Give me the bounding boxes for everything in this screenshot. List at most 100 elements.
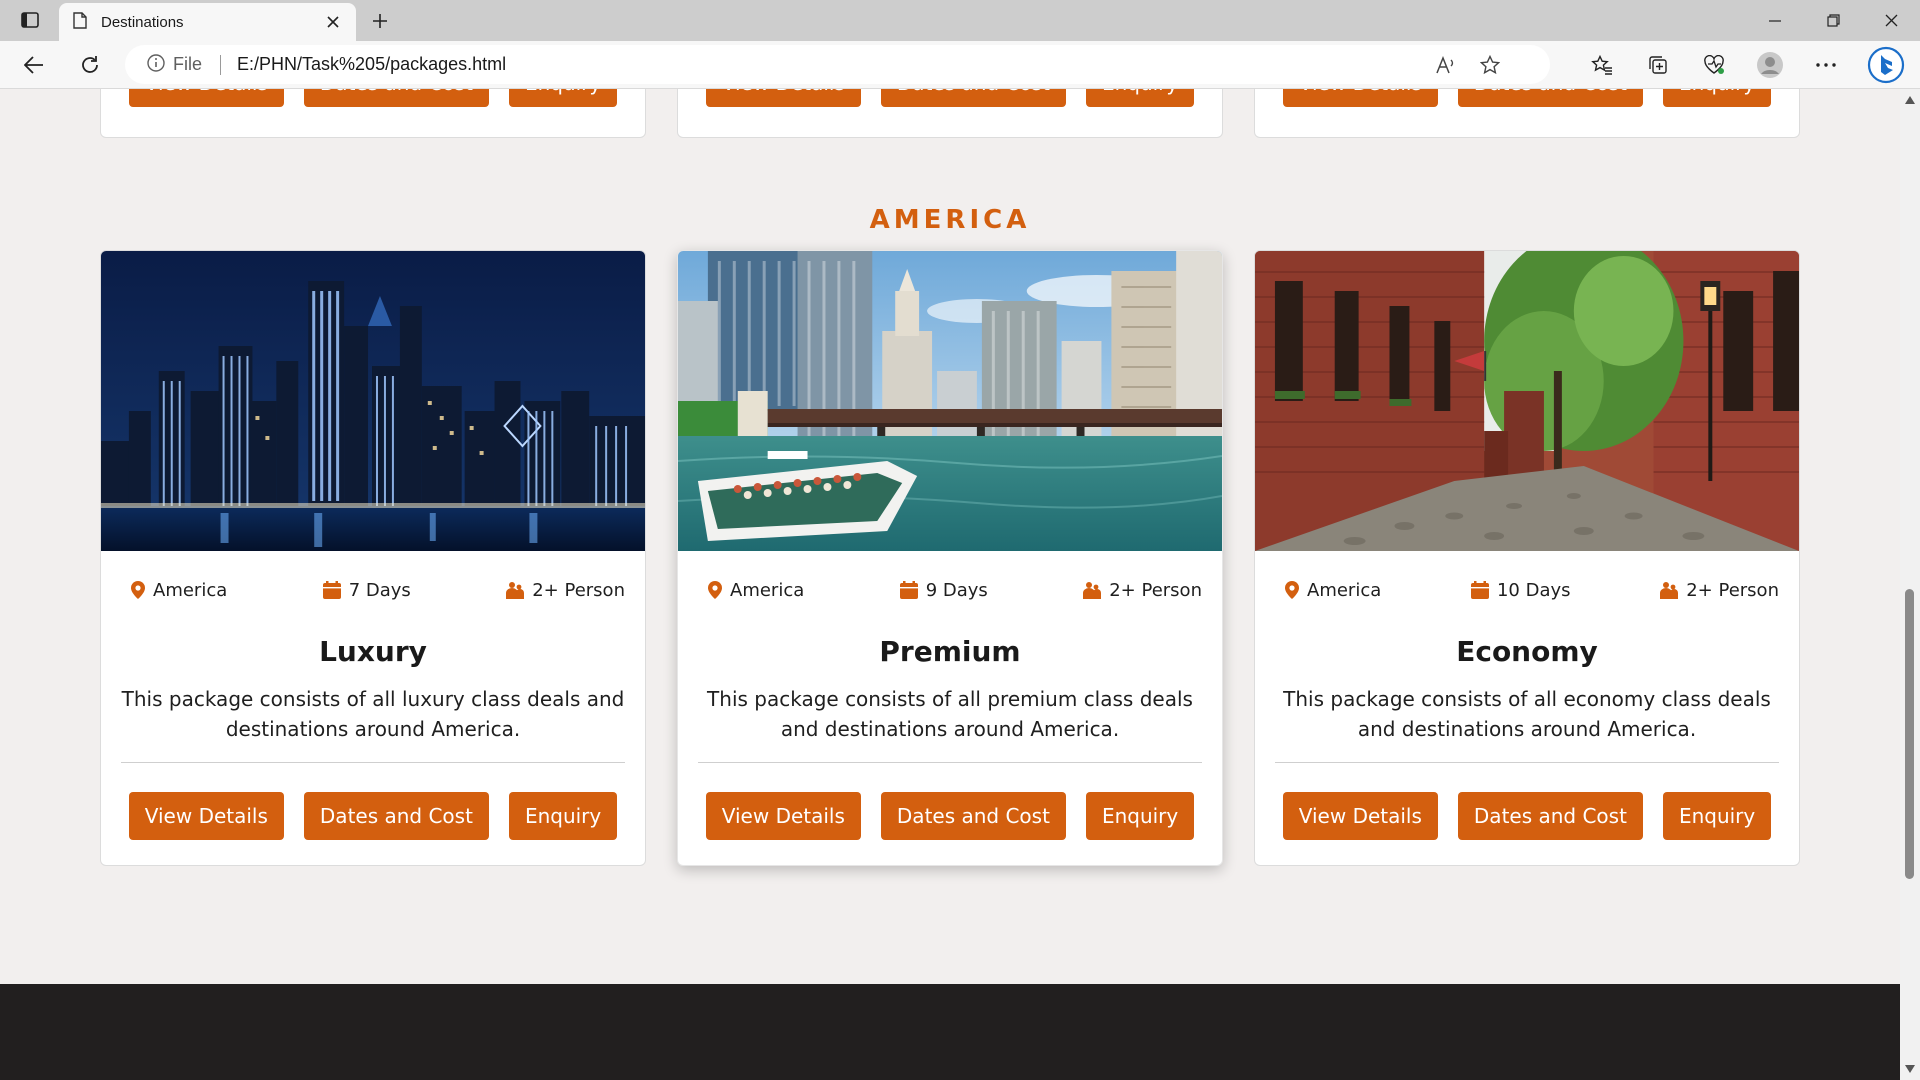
dates-and-cost-button[interactable]: Dates and Cost [1457,792,1643,840]
persons-info: 2+ Person [1660,580,1779,601]
dates-and-cost-button[interactable]: Dates and Cost [880,792,1066,840]
top-card-3: View Details Dates and Cost Enquiry [1254,89,1800,138]
location-info: America [131,580,227,601]
refresh-icon[interactable] [72,49,108,81]
persons-label: 2+ Person [532,579,625,601]
view-details-button[interactable]: View Details [705,792,861,840]
page-scrollbar[interactable] [1900,89,1920,1080]
tab-actions-icon[interactable] [14,6,46,34]
bing-copilot-icon[interactable] [1866,45,1906,85]
duration-label: 9 Days [925,579,988,601]
view-details-button[interactable]: View Details [128,792,284,840]
address-bar[interactable]: File E:/PHN/Task%205/packages.html [125,45,1550,84]
calendar-icon [899,581,918,599]
browser-toolbar: File E:/PHN/Task%205/packages.html [0,41,1920,89]
premium-river-city-image [678,251,1222,551]
duration-label: 10 Days [1496,579,1571,601]
duration-label: 7 Days [348,579,411,601]
enquiry-button[interactable]: Enquiry [508,792,618,840]
dates-and-cost-button[interactable]: Dates and Cost [303,89,489,107]
page-footer [0,984,1900,1080]
package-card-premium: America 9 Days 2+ Person Premium This pa… [677,250,1223,866]
calendar-icon [1470,581,1489,599]
location-label: America [153,579,228,601]
persons-label: 2+ Person [1109,579,1202,601]
package-description: This package consists of all premium cla… [707,687,1193,741]
scroll-down-icon[interactable] [1905,1064,1915,1074]
card-actions: View Details Dates and Cost Enquiry [678,792,1222,840]
minimize-icon[interactable] [1746,0,1804,41]
users-icon [506,582,525,599]
package-description: This package consists of all economy cla… [1283,687,1771,741]
tab-title: Destinations [101,13,184,31]
dates-and-cost-button[interactable]: Dates and Cost [1457,89,1643,107]
dates-and-cost-button[interactable]: Dates and Cost [880,89,1066,107]
card-actions: View Details Dates and Cost Enquiry [101,792,645,840]
package-meta: America 10 Days 2+ Person [1255,575,1799,605]
luxury-city-night-image [101,251,645,551]
address-scheme-label: File [173,54,203,74]
card-divider [1275,762,1779,763]
view-details-button[interactable]: View Details [128,89,284,107]
page-document-icon [73,11,87,33]
scroll-thumb[interactable] [1905,589,1914,879]
more-options-icon[interactable] [1808,49,1844,81]
view-details-button[interactable]: View Details [1282,89,1438,107]
duration-info: 10 Days [1470,579,1571,601]
favorite-star-icon[interactable] [1472,49,1508,81]
browser-tab-bar: Destinations [0,0,1920,41]
enquiry-button[interactable]: Enquiry [1085,792,1195,840]
package-meta: America 9 Days 2+ Person [678,575,1222,605]
map-pin-icon [1285,581,1299,599]
map-pin-icon [708,581,722,599]
enquiry-button[interactable]: Enquiry [508,89,618,107]
package-title: Premium [879,635,1021,668]
address-separator [220,54,222,75]
location-info: America [1285,580,1381,601]
read-aloud-icon[interactable] [1428,49,1464,81]
persons-info: 2+ Person [506,580,625,601]
package-title: Economy [1456,635,1598,668]
enquiry-button[interactable]: Enquiry [1662,89,1772,107]
profile-avatar-icon[interactable] [1752,49,1788,81]
back-arrow-icon[interactable] [16,49,52,81]
enquiry-button[interactable]: Enquiry [1662,792,1772,840]
view-details-button[interactable]: View Details [705,89,861,107]
browser-essentials-icon[interactable] [1696,49,1732,81]
enquiry-button[interactable]: Enquiry [1085,89,1195,107]
favorites-icon[interactable] [1584,49,1620,81]
duration-info: 9 Days [899,579,988,601]
card-actions: View Details Dates and Cost Enquiry [1255,792,1799,840]
address-url[interactable]: E:/PHN/Task%205/packages.html [237,54,506,75]
info-icon[interactable] [147,53,165,76]
users-icon [1083,582,1102,599]
package-card-economy: America 10 Days 2+ Person Economy This p… [1254,250,1800,866]
persons-label: 2+ Person [1686,579,1779,601]
calendar-icon [322,581,341,599]
restore-icon[interactable] [1804,0,1862,41]
card-divider [698,762,1202,763]
top-card-1: View Details Dates and Cost Enquiry [100,89,646,138]
users-icon [1660,582,1679,599]
location-info: America [708,580,804,601]
location-label: America [1307,579,1382,601]
scroll-up-icon[interactable] [1905,95,1915,105]
package-card-luxury: America 7 Days 2+ Person Luxury This pac… [100,250,646,866]
package-title: Luxury [319,635,427,668]
section-title: AMERICA [869,205,1031,235]
card-divider [121,762,625,763]
economy-brick-street-image [1255,251,1799,551]
page-content: View Details Dates and Cost Enquiry View… [0,89,1900,1080]
location-label: America [730,579,805,601]
browser-tab[interactable]: Destinations [59,3,356,41]
new-tab-icon[interactable] [366,7,394,35]
duration-info: 7 Days [322,579,411,601]
persons-info: 2+ Person [1083,580,1202,601]
close-window-icon[interactable] [1862,0,1920,41]
close-tab-icon[interactable] [324,13,342,31]
collections-icon[interactable] [1640,49,1676,81]
view-details-button[interactable]: View Details [1282,792,1438,840]
top-card-2: View Details Dates and Cost Enquiry [677,89,1223,138]
dates-and-cost-button[interactable]: Dates and Cost [303,792,489,840]
package-meta: America 7 Days 2+ Person [101,575,645,605]
